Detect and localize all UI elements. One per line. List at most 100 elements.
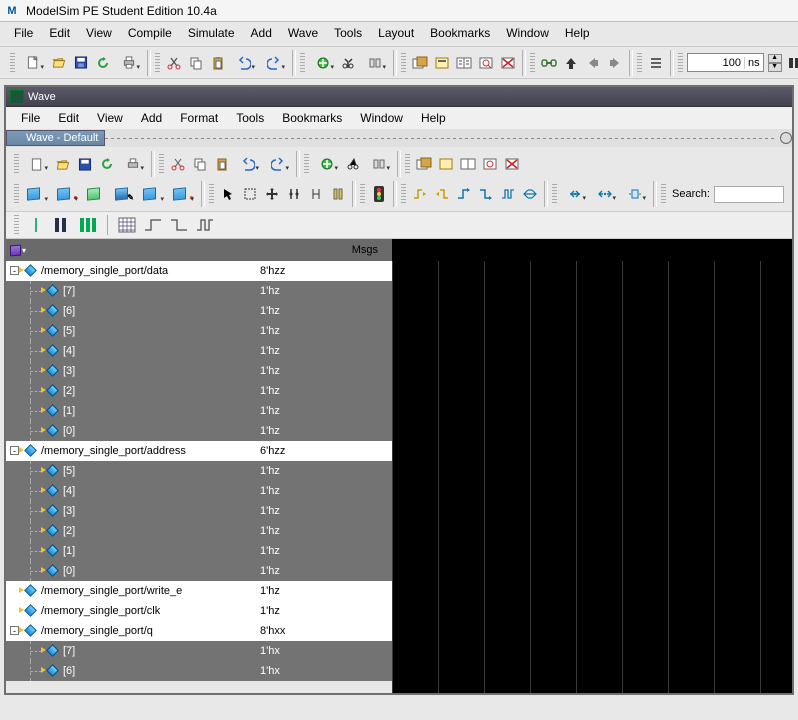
fit-button[interactable] xyxy=(621,184,649,204)
cube-button-4[interactable]: ✎ xyxy=(111,183,137,205)
expand-button[interactable] xyxy=(591,184,619,204)
cursor-3-button[interactable] xyxy=(328,184,348,204)
signal-row[interactable]: -/memory_single_port/q8'hxx xyxy=(6,621,392,641)
edge-rise-button[interactable] xyxy=(454,184,474,204)
expand-toggle-icon[interactable]: - xyxy=(10,266,19,275)
edge-both-button[interactable] xyxy=(498,184,518,204)
signal-row[interactable]: [7]1'hz xyxy=(6,281,392,301)
cursor-2-button[interactable] xyxy=(306,184,326,204)
back-button[interactable] xyxy=(583,53,603,73)
pattern-hatch-icon[interactable] xyxy=(116,215,138,235)
signal-row[interactable]: -/memory_single_port/address6'hzz xyxy=(6,441,392,461)
wave-menu-file[interactable]: File xyxy=(12,109,49,127)
edge-x-button[interactable] xyxy=(520,184,540,204)
collapse-button[interactable] xyxy=(561,184,589,204)
wave-new-button[interactable] xyxy=(23,154,51,174)
redo-button[interactable] xyxy=(260,53,288,73)
options-button[interactable] xyxy=(361,53,389,73)
signal-row[interactable]: [4]1'hz xyxy=(6,481,392,501)
new-button[interactable] xyxy=(19,53,47,73)
signal-row[interactable]: [5]1'hz xyxy=(6,321,392,341)
find-button[interactable] xyxy=(339,53,359,73)
time-step-up-button[interactable]: ▲ xyxy=(768,54,782,63)
wave-print-button[interactable] xyxy=(119,154,147,174)
open-button[interactable] xyxy=(49,53,69,73)
menu-wave[interactable]: Wave xyxy=(280,24,326,42)
wave-add-button[interactable] xyxy=(313,154,341,174)
search-input[interactable] xyxy=(714,186,784,203)
wave-copy-button[interactable] xyxy=(190,154,210,174)
expand-toggle-icon[interactable]: - xyxy=(10,626,19,635)
stoplight-button[interactable] xyxy=(369,184,389,204)
signal-row[interactable]: [0]1'hz xyxy=(6,421,392,441)
cube-button-1[interactable] xyxy=(23,183,51,205)
wave-redo-button[interactable] xyxy=(264,154,292,174)
time-step-down-button[interactable]: ▼ xyxy=(768,63,782,72)
save-button[interactable] xyxy=(71,53,91,73)
wave-tool-4-button[interactable] xyxy=(476,53,496,73)
pattern-single-green-icon[interactable] xyxy=(25,215,47,235)
menu-help[interactable]: Help xyxy=(557,24,598,42)
signal-row[interactable]: [0]1'hz xyxy=(6,561,392,581)
menu-file[interactable]: File xyxy=(6,24,41,42)
wave-compare-5-button[interactable] xyxy=(502,154,522,174)
wave-compare-3-button[interactable] xyxy=(458,154,478,174)
menu-view[interactable]: View xyxy=(78,24,120,42)
expand-toggle-icon[interactable]: - xyxy=(10,446,19,455)
wave-refresh-button[interactable] xyxy=(97,154,117,174)
signal-row[interactable]: [2]1'hz xyxy=(6,521,392,541)
menu-window[interactable]: Window xyxy=(498,24,557,42)
wave-tool-2-button[interactable] xyxy=(432,53,452,73)
wave-menu-add[interactable]: Add xyxy=(132,109,171,127)
wave-tool-5-button[interactable] xyxy=(498,53,518,73)
wave-compare-2-button[interactable] xyxy=(436,154,456,174)
signal-row[interactable]: [2]1'hz xyxy=(6,381,392,401)
edge-prev-button[interactable] xyxy=(410,184,430,204)
print-button[interactable] xyxy=(115,53,143,73)
cube-button-2[interactable]: ● xyxy=(53,183,81,205)
wave-menu-window[interactable]: Window xyxy=(351,109,412,127)
wave-open-button[interactable] xyxy=(53,154,73,174)
signal-row[interactable]: [6]1'hx xyxy=(6,661,392,681)
up-button[interactable] xyxy=(561,53,581,73)
wave-menu-format[interactable]: Format xyxy=(171,109,227,127)
wave-save-button[interactable] xyxy=(75,154,95,174)
signal-row[interactable]: [1]1'hz xyxy=(6,401,392,421)
wave-tab-default[interactable]: Wave - Default xyxy=(6,130,105,146)
cursor-1-button[interactable] xyxy=(284,184,304,204)
msgs-column-header[interactable]: Msgs xyxy=(254,239,392,261)
signal-row[interactable]: [5]1'hz xyxy=(6,461,392,481)
pattern-step-down-icon[interactable] xyxy=(168,215,190,235)
run-time-input[interactable]: ns xyxy=(687,53,764,72)
copy-button[interactable] xyxy=(186,53,206,73)
wave-canvas[interactable] xyxy=(392,261,792,693)
pattern-step-up-icon[interactable] xyxy=(142,215,164,235)
run-button[interactable] xyxy=(309,53,337,73)
pattern-pulse-icon[interactable] xyxy=(194,215,216,235)
menu-layout[interactable]: Layout xyxy=(370,24,422,42)
signal-row[interactable]: -/memory_single_port/data8'hzz xyxy=(6,261,392,281)
wave-find-button[interactable] xyxy=(343,154,363,174)
menu-simulate[interactable]: Simulate xyxy=(180,24,243,42)
menu-compile[interactable]: Compile xyxy=(120,24,180,42)
select-button[interactable] xyxy=(240,184,260,204)
wave-cut-button[interactable] xyxy=(168,154,188,174)
link-button[interactable] xyxy=(539,53,559,73)
signal-row[interactable]: [3]1'hz xyxy=(6,501,392,521)
wave-tool-1-button[interactable] xyxy=(410,53,430,73)
wave-menu-help[interactable]: Help xyxy=(412,109,455,127)
signal-row[interactable]: [7]1'hx xyxy=(6,641,392,661)
move-button[interactable] xyxy=(262,184,282,204)
wave-menu-bookmarks[interactable]: Bookmarks xyxy=(273,109,351,127)
wave-menu-edit[interactable]: Edit xyxy=(49,109,88,127)
wave-undo-button[interactable] xyxy=(234,154,262,174)
cube-button-5[interactable] xyxy=(139,183,167,205)
signal-row[interactable]: [3]1'hz xyxy=(6,361,392,381)
wave-layout-button[interactable] xyxy=(365,154,393,174)
signal-row[interactable]: /memory_single_port/clk1'hz xyxy=(6,601,392,621)
edge-next-button[interactable] xyxy=(432,184,452,204)
signal-row[interactable]: [6]1'hz xyxy=(6,301,392,321)
signal-row[interactable]: [1]1'hz xyxy=(6,541,392,561)
undo-button[interactable] xyxy=(230,53,258,73)
menu-tools[interactable]: Tools xyxy=(326,24,370,42)
